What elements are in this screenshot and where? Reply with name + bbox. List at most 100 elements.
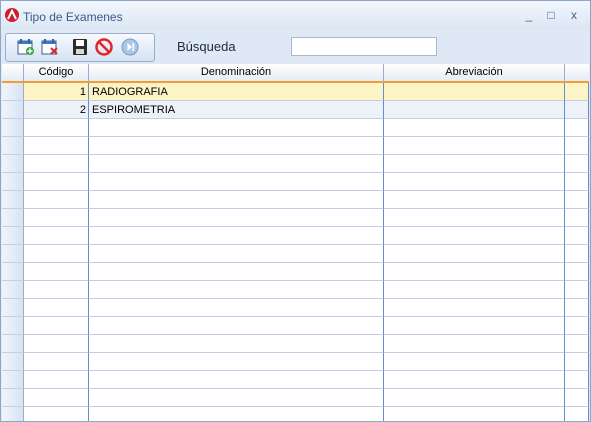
cell-denominacion[interactable] [89, 173, 384, 191]
cell-codigo[interactable] [24, 137, 89, 155]
cell-denominacion[interactable] [89, 155, 384, 173]
column-header-codigo[interactable]: Código [24, 64, 89, 81]
empty-row[interactable] [2, 317, 589, 335]
cell-filler [565, 263, 589, 281]
cell-denominacion[interactable] [89, 245, 384, 263]
cell-denominacion[interactable] [89, 119, 384, 137]
data-grid[interactable]: Código Denominación Abreviación 1 RADIOGR… [2, 64, 589, 421]
cell-filler [565, 299, 589, 317]
column-header-abreviacion[interactable]: Abreviación [384, 64, 565, 81]
cell-abreviacion[interactable] [384, 335, 565, 353]
cell-denominacion[interactable] [89, 353, 384, 371]
cell-codigo[interactable] [24, 281, 89, 299]
empty-row[interactable] [2, 407, 589, 421]
cell-codigo[interactable] [24, 389, 89, 407]
cell-codigo[interactable] [24, 353, 89, 371]
cell-codigo[interactable] [24, 317, 89, 335]
next-icon [121, 38, 139, 56]
cell-codigo[interactable] [24, 191, 89, 209]
cell-codigo[interactable] [24, 173, 89, 191]
table-row[interactable]: 1 RADIOGRAFIA [2, 83, 589, 103]
cell-denominacion[interactable] [89, 335, 384, 353]
delete-record-button[interactable] [40, 37, 60, 57]
empty-row[interactable] [2, 209, 589, 227]
cell-denominacion[interactable] [89, 371, 384, 389]
cell-abreviacion[interactable] [384, 137, 565, 155]
empty-row[interactable] [2, 155, 589, 173]
empty-row[interactable] [2, 191, 589, 209]
cell-abreviacion[interactable] [384, 281, 565, 299]
cell-denominacion[interactable] [89, 281, 384, 299]
cell-abreviacion[interactable] [384, 245, 565, 263]
cell-codigo[interactable] [24, 335, 89, 353]
cancel-button[interactable] [94, 37, 114, 57]
cell-denominacion[interactable] [89, 389, 384, 407]
cell-codigo[interactable] [24, 155, 89, 173]
cell-abreviacion[interactable] [384, 191, 565, 209]
row-indicator [2, 389, 24, 407]
cell-denominacion[interactable] [89, 317, 384, 335]
empty-row[interactable] [2, 335, 589, 353]
empty-row[interactable] [2, 227, 589, 245]
toolbar: Búsqueda [1, 30, 590, 63]
empty-row[interactable] [2, 245, 589, 263]
cell-denominacion[interactable]: RADIOGRAFIA [89, 83, 384, 101]
cell-codigo[interactable] [24, 209, 89, 227]
title-bar[interactable]: Tipo de Examenes _ □ x [1, 1, 590, 29]
empty-row[interactable] [2, 371, 589, 389]
cell-abreviacion[interactable] [384, 101, 565, 119]
cell-denominacion[interactable] [89, 227, 384, 245]
cell-denominacion[interactable] [89, 137, 384, 155]
cell-abreviacion[interactable] [384, 155, 565, 173]
save-button[interactable] [70, 37, 90, 57]
cell-denominacion[interactable] [89, 299, 384, 317]
cell-abreviacion[interactable] [384, 119, 565, 137]
cell-codigo[interactable]: 2 [24, 101, 89, 119]
minimize-button[interactable]: _ [520, 6, 538, 24]
empty-row[interactable] [2, 137, 589, 155]
cell-abreviacion[interactable] [384, 209, 565, 227]
cell-filler [565, 119, 589, 137]
empty-row[interactable] [2, 353, 589, 371]
close-button[interactable]: x [565, 6, 583, 24]
cell-abreviacion[interactable] [384, 83, 565, 101]
maximize-button[interactable]: □ [542, 6, 560, 24]
empty-row[interactable] [2, 173, 589, 191]
cell-denominacion[interactable] [89, 191, 384, 209]
cell-codigo[interactable] [24, 119, 89, 137]
cell-abreviacion[interactable] [384, 389, 565, 407]
cell-denominacion[interactable] [89, 407, 384, 421]
cell-filler [565, 317, 589, 335]
cell-denominacion[interactable] [89, 209, 384, 227]
new-record-button[interactable] [16, 37, 36, 57]
search-input[interactable] [291, 37, 437, 56]
cell-denominacion[interactable] [89, 263, 384, 281]
cell-abreviacion[interactable] [384, 227, 565, 245]
cell-codigo[interactable]: 1 [24, 83, 89, 101]
cell-abreviacion[interactable] [384, 407, 565, 421]
empty-row[interactable] [2, 389, 589, 407]
cell-abreviacion[interactable] [384, 299, 565, 317]
cell-codigo[interactable] [24, 371, 89, 389]
cell-denominacion[interactable]: ESPIROMETRIA [89, 101, 384, 119]
cell-codigo[interactable] [24, 245, 89, 263]
empty-row[interactable] [2, 263, 589, 281]
cell-abreviacion[interactable] [384, 173, 565, 191]
row-indicator [2, 137, 24, 155]
cell-codigo[interactable] [24, 407, 89, 421]
cell-filler [565, 281, 589, 299]
table-row[interactable]: 2 ESPIROMETRIA [2, 101, 589, 119]
cell-abreviacion[interactable] [384, 371, 565, 389]
row-indicator [2, 173, 24, 191]
empty-row[interactable] [2, 281, 589, 299]
cell-codigo[interactable] [24, 263, 89, 281]
column-header-denominacion[interactable]: Denominación [89, 64, 384, 81]
empty-row[interactable] [2, 119, 589, 137]
cell-abreviacion[interactable] [384, 317, 565, 335]
cell-codigo[interactable] [24, 299, 89, 317]
empty-row[interactable] [2, 299, 589, 317]
cell-abreviacion[interactable] [384, 353, 565, 371]
cell-abreviacion[interactable] [384, 263, 565, 281]
next-button[interactable] [120, 37, 140, 57]
cell-codigo[interactable] [24, 227, 89, 245]
